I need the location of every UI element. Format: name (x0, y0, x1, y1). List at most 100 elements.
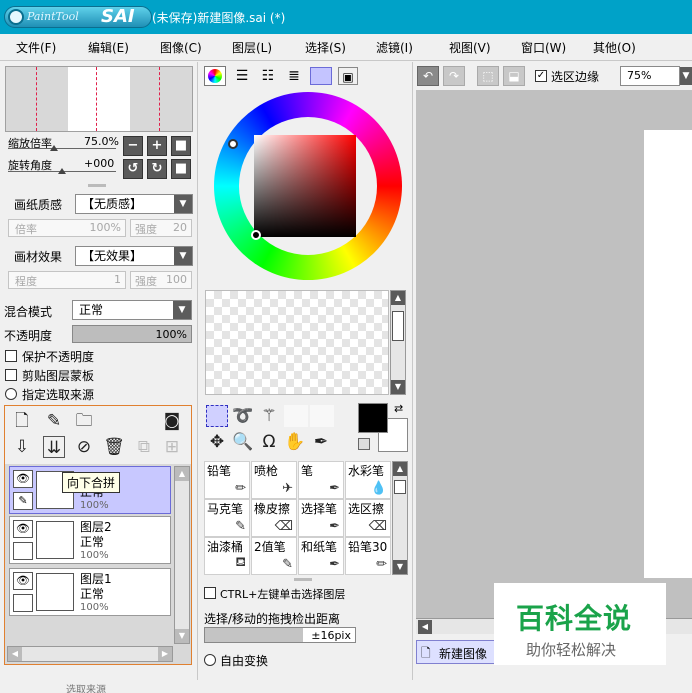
scroll-down-icon[interactable]: ▼ (175, 629, 189, 643)
layer-hscrollbar[interactable]: ◀ ▶ (7, 646, 173, 662)
effect-select[interactable]: 【无效果】 ▼ (75, 246, 193, 266)
scratchpad-icon[interactable]: ▣ (338, 67, 358, 85)
merge-down-icon[interactable]: ⇊ (43, 436, 65, 458)
rgb-slider-icon[interactable]: ☰ (232, 67, 252, 85)
zoom-slider[interactable] (8, 148, 116, 149)
menu-image[interactable]: 图像(C) (160, 39, 202, 56)
move-icon[interactable]: ✥ (206, 431, 228, 453)
scroll-up-icon[interactable]: ▲ (393, 462, 407, 476)
brush-slot[interactable]: 选区擦 ⌫ (345, 499, 391, 537)
scroll-thumb[interactable] (392, 311, 404, 341)
magic-wand-icon[interactable]: ⚚ (258, 405, 280, 427)
swap-colors-icon[interactable]: ⇄ (394, 402, 403, 415)
chevron-down-icon[interactable]: ▼ (173, 301, 191, 319)
zoom-slider-handle[interactable] (50, 145, 58, 151)
menu-layer[interactable]: 图层(L) (232, 39, 272, 56)
opacity-slider[interactable]: 100% (72, 325, 192, 343)
scratchpad-area[interactable] (205, 290, 389, 395)
saturation-value-square[interactable] (254, 135, 356, 237)
menu-edit[interactable]: 编辑(E) (88, 39, 129, 56)
visibility-eye-icon[interactable]: 👁 (13, 572, 33, 590)
menu-filter[interactable]: 滤镜(I) (376, 39, 413, 56)
rotate-reset-icon[interactable]: ■ (171, 159, 191, 179)
layer-row[interactable]: 👁 图层2 正常 100% (9, 516, 171, 564)
clip-mask-checkbox[interactable] (5, 369, 17, 381)
hsv-slider-icon[interactable]: ☷ (258, 67, 278, 85)
rotate-right-icon[interactable]: ↻ (147, 159, 167, 179)
undo-icon[interactable]: ↶ (417, 66, 439, 86)
clear-layer-icon[interactable]: ⊘ (73, 436, 95, 458)
layer-row[interactable]: 👁 图层1 正常 100% (9, 568, 171, 616)
menu-window[interactable]: 窗口(W) (521, 39, 566, 56)
brush-slot[interactable]: 铅笔30 ✏ (345, 537, 391, 575)
hue-marker[interactable] (228, 139, 238, 149)
visibility-eye-icon[interactable]: 👁 (13, 520, 33, 538)
blend-mode-select[interactable]: 正常 ▼ (72, 300, 192, 320)
zoom-in-icon[interactable]: + (147, 136, 167, 156)
rotate-view-icon[interactable]: Ω (258, 431, 280, 453)
scroll-down-icon[interactable]: ▼ (393, 560, 407, 574)
menu-view[interactable]: 视图(V) (449, 39, 491, 56)
scratchpad-scrollbar[interactable]: ▲ ▼ (390, 290, 406, 395)
ctrl-select-checkbox[interactable] (204, 587, 216, 599)
transfer-down-icon[interactable]: ⇩ (11, 436, 33, 458)
zoom-out-icon[interactable]: − (123, 136, 143, 156)
swatches-icon[interactable] (310, 67, 332, 85)
new-folder-icon[interactable]: 🗀 (73, 410, 95, 432)
brush-slot[interactable]: 水彩笔 💧 (345, 461, 391, 499)
free-transform-radio[interactable] (204, 654, 216, 666)
menu-other[interactable]: 其他(O) (593, 39, 636, 56)
layer-scrollbar[interactable]: ▲ ▼ (174, 466, 190, 644)
rotate-slider-handle[interactable] (58, 168, 66, 174)
layer-mask-icon[interactable]: ◙ (161, 410, 183, 432)
selection-source-radio[interactable] (5, 388, 17, 400)
gradient-slider-icon[interactable]: ≣ (284, 67, 304, 85)
selection-edge-checkbox[interactable]: ✓ (535, 70, 547, 82)
navigator-preview[interactable] (5, 66, 193, 132)
chevron-down-icon[interactable]: ▼ (174, 247, 192, 265)
zoom-reset-icon[interactable]: ■ (171, 136, 191, 156)
chevron-down-icon[interactable]: ▼ (174, 195, 192, 213)
brush-slot[interactable]: 喷枪 ✈ (251, 461, 297, 499)
primary-color-swatch[interactable] (358, 403, 388, 433)
menu-file[interactable]: 文件(F) (16, 39, 56, 56)
eyedropper-icon[interactable]: ✒ (310, 431, 332, 453)
scroll-right-icon[interactable]: ▶ (158, 647, 172, 661)
scroll-down-icon[interactable]: ▼ (391, 380, 405, 394)
zoom-icon[interactable]: 🔍 (232, 431, 254, 453)
scroll-up-icon[interactable]: ▲ (175, 467, 189, 481)
brush-slot[interactable]: 铅笔 ✏ (204, 461, 250, 499)
reset-colors-icon[interactable] (358, 438, 370, 450)
layer-lock-box[interactable] (13, 594, 33, 612)
rotate-left-icon[interactable]: ↺ (123, 159, 143, 179)
hand-icon[interactable]: ✋ (284, 431, 306, 453)
rect-select-icon[interactable] (206, 405, 228, 427)
brush-slot[interactable]: 选择笔 ✒ (298, 499, 344, 537)
color-wheel-tab[interactable] (204, 66, 226, 86)
brush-slot[interactable]: 橡皮擦 ⌫ (251, 499, 297, 537)
scroll-up-icon[interactable]: ▲ (391, 291, 405, 305)
brush-slot[interactable]: 马克笔 ✎ (204, 499, 250, 537)
visibility-eye-icon[interactable]: 👁 (13, 470, 33, 488)
menu-select[interactable]: 选择(S) (305, 39, 346, 56)
brush-slot[interactable]: 2值笔 ✎ (251, 537, 297, 575)
layer-lock-box[interactable] (13, 542, 33, 560)
new-vector-layer-icon[interactable]: ✎ (43, 410, 65, 432)
brush-slot[interactable]: 和纸笔 ✒ (298, 537, 344, 575)
scroll-left-icon[interactable]: ◀ (418, 620, 432, 634)
paper-texture-select[interactable]: 【无质感】 ▼ (75, 194, 193, 214)
panel-grip[interactable] (88, 184, 106, 187)
chevron-down-icon[interactable]: ▼ (680, 67, 692, 85)
panel-grip[interactable] (294, 578, 312, 581)
new-layer-icon[interactable]: 🗋 (11, 410, 33, 432)
sv-marker[interactable] (251, 230, 261, 240)
protect-opacity-checkbox[interactable] (5, 350, 17, 362)
brush-scrollbar[interactable]: ▲ ▼ (392, 461, 408, 575)
drag-distance-slider[interactable]: ±16pix (204, 627, 356, 643)
document-tab[interactable]: 🗋 新建图像 (416, 640, 502, 664)
lasso-select-icon[interactable]: ➰ (232, 405, 254, 427)
brush-slot[interactable]: 油漆桶 ⛾ (204, 537, 250, 575)
delete-layer-icon[interactable]: 🗑 (103, 436, 125, 458)
scroll-left-icon[interactable]: ◀ (8, 647, 22, 661)
zoom-select[interactable]: 75% (620, 66, 680, 86)
